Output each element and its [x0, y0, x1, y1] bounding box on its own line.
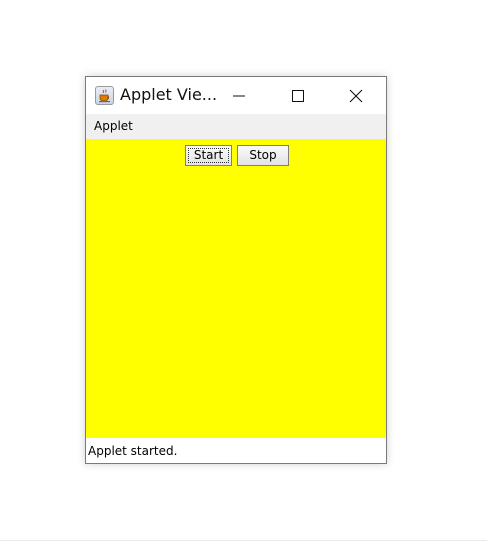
stop-button[interactable]: Stop — [237, 145, 289, 166]
start-button[interactable]: Start — [185, 145, 232, 166]
applet-canvas: Start Stop — [86, 139, 386, 438]
maximize-button[interactable] — [275, 77, 321, 114]
menu-bar: Applet — [86, 114, 386, 139]
applet-viewer-window: Applet Vie... Applet Start Stop Applet s… — [85, 76, 387, 464]
status-bar: Applet started. — [86, 438, 386, 463]
focus-indicator — [188, 148, 229, 163]
desktop: Applet Vie... Applet Start Stop Applet s… — [0, 0, 487, 552]
minimize-icon — [233, 95, 245, 97]
status-text: Applet started. — [88, 444, 178, 458]
maximize-icon — [292, 90, 304, 102]
close-icon — [349, 89, 363, 103]
title-bar[interactable]: Applet Vie... — [86, 77, 386, 114]
stop-button-label: Stop — [249, 148, 277, 162]
close-button[interactable] — [333, 77, 379, 114]
window-title: Applet Vie... — [120, 85, 218, 104]
java-coffee-cup-icon — [95, 86, 114, 105]
minimize-button[interactable] — [216, 77, 262, 114]
divider — [0, 540, 487, 541]
menu-applet[interactable]: Applet — [94, 119, 133, 133]
